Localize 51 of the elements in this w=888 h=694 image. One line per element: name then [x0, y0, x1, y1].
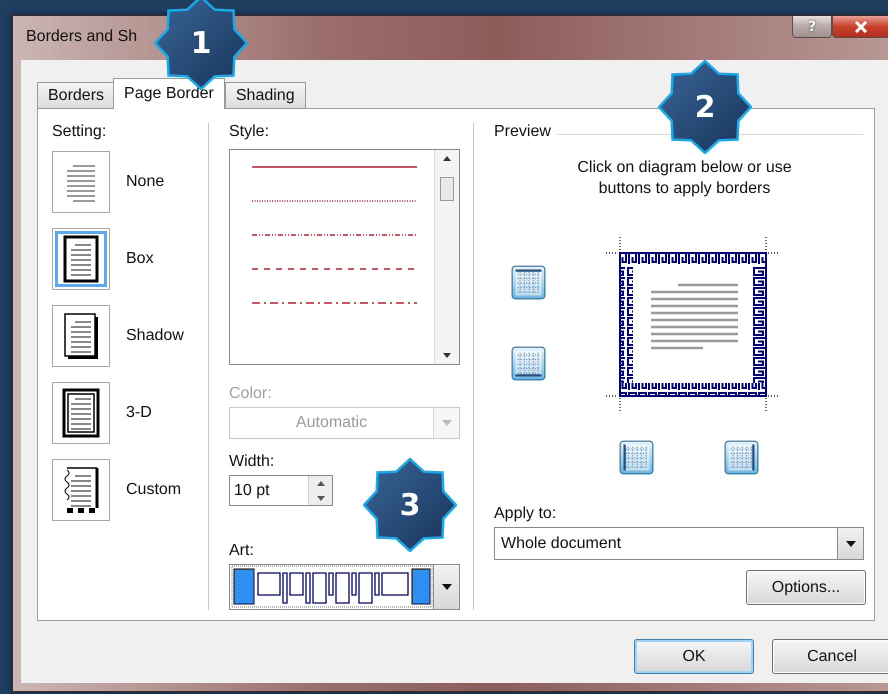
dialog-button[interactable]: OK — [634, 639, 754, 674]
setting-option[interactable]: None — [52, 151, 208, 213]
setting-option[interactable]: 3-D — [52, 382, 208, 444]
border-toggle-button[interactable] — [724, 440, 759, 475]
scrollbar[interactable] — [434, 150, 459, 364]
border-toggle-icon — [511, 265, 546, 300]
scroll-down-icon — [443, 353, 451, 358]
art-label: Art: — [229, 542, 255, 560]
line-style-option[interactable] — [252, 164, 417, 170]
dialog-button[interactable]: Cancel — [772, 639, 888, 674]
page-setting-icon — [61, 233, 101, 285]
setting-option[interactable]: Box — [52, 228, 208, 290]
setting-label: Setting: — [52, 123, 108, 141]
border-toggle-icon — [511, 346, 546, 381]
border-toggle-button[interactable] — [619, 440, 654, 475]
border-toggle-button[interactable] — [511, 346, 546, 381]
preview-hint: Click on diagram below or use buttons to apply borders — [576, 158, 793, 199]
dropdown-caret-icon — [442, 420, 452, 426]
line-style-option[interactable] — [252, 300, 417, 306]
scroll-up-icon — [443, 156, 451, 161]
dropdown-caret-icon — [846, 540, 856, 546]
width-label: Width: — [229, 452, 276, 471]
line-style-option[interactable] — [252, 232, 417, 238]
page-setting-icon — [61, 387, 101, 439]
window-title: Borders and Sh — [26, 28, 138, 46]
setting-option[interactable]: Shadow — [52, 305, 208, 367]
border-toggle-icon — [619, 440, 654, 475]
close-button[interactable] — [832, 16, 888, 38]
scroll-thumb[interactable] — [440, 177, 454, 201]
spin-down-icon — [316, 496, 324, 501]
spin-up-icon — [316, 480, 324, 486]
step-number-badge: 3 — [363, 458, 457, 552]
line-style-option[interactable] — [252, 266, 417, 272]
step-number-badge: 2 — [658, 60, 752, 154]
apply-to-label: Apply to: — [494, 505, 558, 523]
preview-heading: Preview — [494, 123, 551, 141]
tab[interactable]: Borders — [37, 82, 116, 108]
tab[interactable]: Shading — [224, 82, 306, 108]
options-button[interactable]: Options... — [746, 570, 866, 605]
apply-to-dropdown[interactable]: Whole document — [494, 527, 864, 560]
style-label: Style: — [229, 123, 270, 141]
border-toggle-icon — [724, 440, 759, 475]
width-spinner[interactable]: 10 pt — [229, 474, 333, 506]
art-dropdown[interactable] — [229, 564, 460, 610]
dropdown-caret-icon — [442, 584, 452, 590]
style-list[interactable] — [229, 149, 460, 366]
line-style-option[interactable] — [252, 198, 417, 204]
border-toggle-button[interactable] — [511, 265, 546, 300]
color-label: Color: — [229, 384, 273, 403]
close-icon — [854, 20, 868, 32]
setting-option[interactable]: Custom — [52, 459, 208, 521]
